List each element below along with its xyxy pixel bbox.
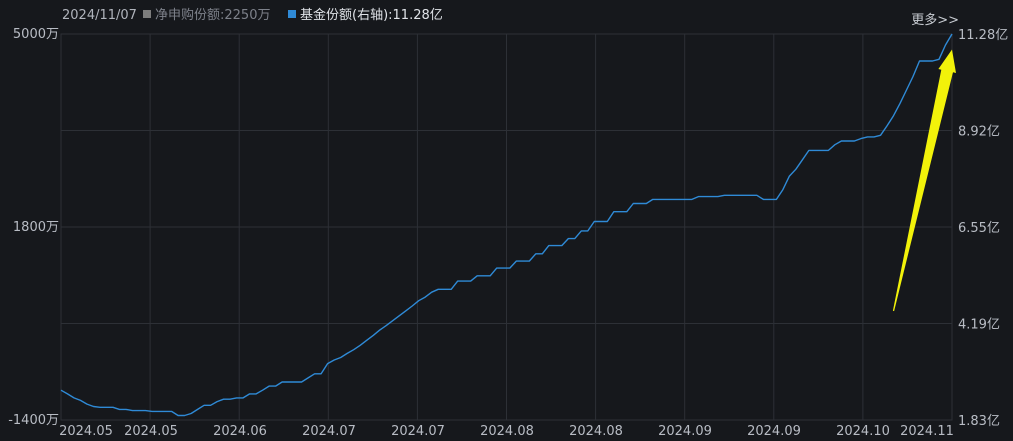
x-axis-tick-label: 2024.07 — [302, 424, 356, 439]
x-axis-tick-label: 2024.09 — [747, 424, 801, 439]
left-axis-ticks: 5000万 1800万 -1400万 — [8, 27, 59, 428]
right-axis-tick-label: 6.55亿 — [958, 221, 1000, 236]
x-axis-tick-label: 2024.08 — [569, 424, 623, 439]
right-axis-ticks: 11.28亿 8.92亿 6.55亿 4.19亿 1.83亿 — [958, 28, 1008, 429]
left-axis-tick-label: -1400万 — [8, 413, 59, 428]
left-axis-tick-label: 5000万 — [13, 27, 59, 42]
x-axis-tick-label: 2024.05 — [59, 424, 113, 439]
x-axis-tick-label: 2024.05 — [124, 424, 178, 439]
x-axis-tick-label: 2024.08 — [480, 424, 534, 439]
right-axis-tick-label: 8.92亿 — [958, 125, 1000, 140]
left-axis-tick-label: 1800万 — [13, 220, 59, 235]
x-axis-tick-label: 2024.09 — [658, 424, 712, 439]
right-axis-tick-label: 11.28亿 — [958, 28, 1008, 43]
x-axis-tick-label: 2024.06 — [213, 424, 267, 439]
grid-lines — [60, 33, 953, 421]
right-axis-tick-label: 1.83亿 — [958, 414, 1000, 429]
x-axis-tick-label: 2024.11 — [900, 424, 954, 439]
annotation-layer — [892, 49, 956, 312]
x-axis-tick-label: 2024.07 — [391, 424, 445, 439]
x-axis-ticks: 2024.05 2024.05 2024.06 2024.07 2024.07 2024.… — [59, 424, 954, 439]
fund-share-line-chart: 5000万 1800万 -1400万 11.28亿 8.92亿 6.55亿 4.19亿 1.… — [8, 27, 1008, 439]
annotation-arrow — [892, 49, 956, 312]
x-axis-tick-label: 2024.10 — [836, 424, 890, 439]
right-axis-tick-label: 4.19亿 — [958, 318, 1000, 333]
